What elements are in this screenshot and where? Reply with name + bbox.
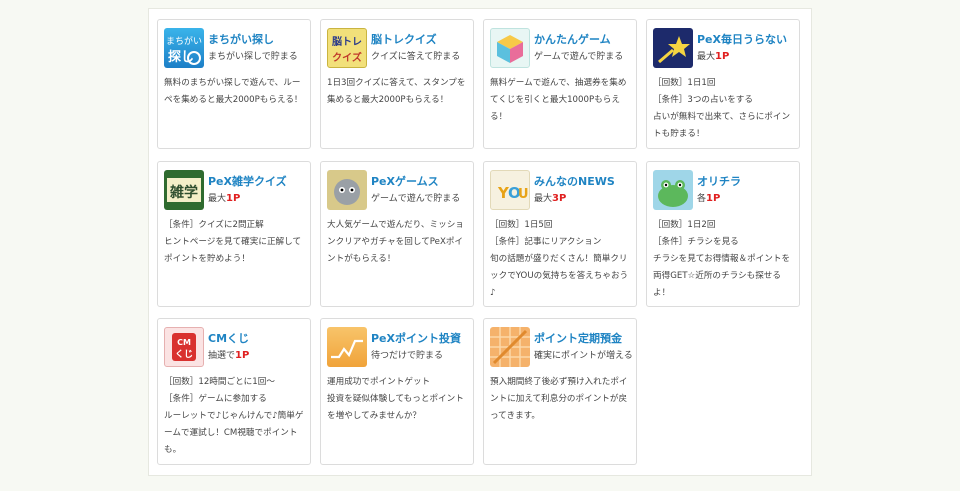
trivia-book-icon: 雑学: [164, 170, 204, 210]
cm-kuji-icon: CM くじ: [164, 327, 204, 367]
card-point-teiki-yokin[interactable]: ポイント定期預金 確実にポイントが増える 預入期間終了後必ず預け入れたポイントに…: [483, 318, 637, 465]
card-subtitle: ゲームで遊んで貯まる: [534, 52, 624, 62]
card-orichira[interactable]: オリチラ 各1P ［回数］1日2回 ［条件］チラシを見る チラシを見てお得情報＆ポイ…: [646, 161, 800, 307]
magnifier-icon: まちがい 探し: [164, 28, 204, 68]
card-title[interactable]: かんたんゲーム: [534, 31, 611, 47]
card-subtitle: 各1P: [697, 193, 721, 204]
brain-quiz-icon: 脳トレ クイズ: [327, 28, 367, 68]
card-pex-uranai[interactable]: PeX毎日うらない 最大1P ［回数］1日1回 ［条件］3つの占いをする 占いが無料…: [646, 19, 800, 149]
savings-grid-icon: [490, 327, 530, 367]
card-title[interactable]: オリチラ: [697, 173, 741, 189]
svg-text:雑学: 雑学: [169, 184, 198, 201]
card-machigai-sagashi[interactable]: まちがい 探し まちがい探し まちがい探しで貯まる 無料のまちがい探しで遊んで、ル…: [157, 19, 311, 149]
you-news-icon: YOU: [490, 170, 530, 210]
points-value: 1P: [226, 193, 241, 204]
card-subtitle: ゲームで遊んで貯まる: [371, 194, 461, 204]
card-title[interactable]: まちがい探し: [208, 31, 274, 47]
card-subtitle: 最大1P: [697, 51, 730, 62]
investment-chart-icon: [327, 327, 367, 367]
card-noutore-quiz[interactable]: 脳トレ クイズ 脳トレクイズ クイズに答えて貯まる 1日3回クイズに答えて、スタン…: [320, 19, 474, 149]
shooting-star-icon: [653, 28, 693, 68]
card-description: ［回数］1日5回 ［条件］記事にリアクション 旬の話題が盛りだくさん！簡単クリックで…: [490, 220, 629, 298]
card-subtitle: 確実にポイントが増える: [534, 351, 633, 361]
points-value: 1P: [235, 350, 250, 361]
svg-text:U: U: [518, 187, 529, 202]
card-description: ［回数］12時間ごとに1回～ ［条件］ゲームに参加する ルーレットで♪じゃんけんで♪…: [164, 377, 304, 455]
points-value: 1P: [706, 193, 721, 204]
card-pex-point-toushi[interactable]: PeXポイント投資 待つだけで貯まる 運用成功でポイントゲット 投資を疑似体験して…: [320, 318, 474, 465]
card-subtitle: 抽選で1P: [208, 350, 250, 361]
svg-text:くじ: くじ: [175, 349, 193, 360]
card-minna-no-news[interactable]: YOU みんなのNEWS 最大3P ［回数］1日5回 ［条件］記事にリアクション旬…: [483, 161, 637, 307]
card-subtitle: クイズに答えて貯まる: [371, 52, 461, 62]
card-description: 運用成功でポイントゲット 投資を疑似体験してもっとポイントを増やしてみませんか？: [327, 377, 464, 421]
ghost-character-icon: [327, 170, 367, 210]
card-pex-zatsugaku-quiz[interactable]: 雑学 PeX雑学クイズ 最大1P ［条件］クイズに2問正解 ヒントページを見て確実…: [157, 161, 311, 307]
card-description: ［回数］1日1回 ［条件］3つの占いをする 占いが無料で出来て、さらにポイントも貯ま…: [653, 78, 791, 139]
card-description: 無料のまちがい探しで遊んで、ルーペを集めると最大2000Pもらえる！: [164, 78, 303, 105]
points-value: 1P: [715, 51, 730, 62]
card-pex-games[interactable]: PeXゲームス ゲームで遊んで貯まる 大人気ゲームで遊んだり、ミッションクリアや…: [320, 161, 474, 307]
card-title[interactable]: PeX毎日うらない: [697, 31, 787, 47]
card-title[interactable]: みんなのNEWS: [534, 173, 615, 189]
card-title[interactable]: PeX雑学クイズ: [208, 173, 287, 189]
card-subtitle: 最大3P: [534, 193, 567, 204]
card-subtitle: まちがい探しで貯まる: [208, 52, 298, 62]
card-kantan-game[interactable]: かんたんゲーム ゲームで遊んで貯まる 無料ゲームで遊んで、抽選券を集めてくじを引…: [483, 19, 637, 149]
card-description: ［回数］1日2回 ［条件］チラシを見る チラシを見てお得情報＆ポイントを両得GET☆…: [653, 220, 791, 298]
card-title[interactable]: PeXゲームス: [371, 173, 439, 189]
card-subtitle: 待つだけで貯まる: [371, 351, 444, 361]
frog-icon: [653, 170, 693, 210]
card-title[interactable]: CMくじ: [208, 330, 249, 346]
svg-text:まちがい: まちがい: [166, 35, 202, 47]
card-description: 大人気ゲームで遊んだり、ミッションクリアやガチャを回してPeXポイントがもらえる…: [327, 220, 464, 264]
svg-text:CM: CM: [177, 338, 191, 347]
card-cm-kuji[interactable]: CM くじ CMくじ 抽選で1P ［回数］12時間ごとに1回～ ［条件］ゲームに参加…: [157, 318, 311, 465]
card-subtitle: 最大1P: [208, 193, 241, 204]
cube-icon: [490, 28, 530, 68]
card-title[interactable]: PeXポイント投資: [371, 330, 461, 346]
points-value: 3P: [552, 193, 567, 204]
content-panel: まちがい 探し まちがい探し まちがい探しで貯まる 無料のまちがい探しで遊んで、ル…: [148, 8, 812, 476]
svg-text:クイズ: クイズ: [332, 51, 362, 64]
card-title[interactable]: ポイント定期預金: [534, 330, 622, 346]
card-description: 1日3回クイズに答えて、スタンプを集めると最大2000Pもらえる！: [327, 78, 466, 105]
svg-text:脳トレ: 脳トレ: [332, 36, 362, 48]
card-description: ［条件］クイズに2問正解 ヒントページを見て確実に正解してポイントを貯めよう！: [164, 220, 302, 264]
card-title[interactable]: 脳トレクイズ: [371, 31, 437, 47]
card-description: 預入期間終了後必ず預け入れたポイントに加えて利息分のポイントが戻ってきます。: [490, 377, 628, 421]
card-description: 無料ゲームで遊んで、抽選券を集めてくじを引くと最大1000Pもらえる！: [490, 78, 627, 122]
